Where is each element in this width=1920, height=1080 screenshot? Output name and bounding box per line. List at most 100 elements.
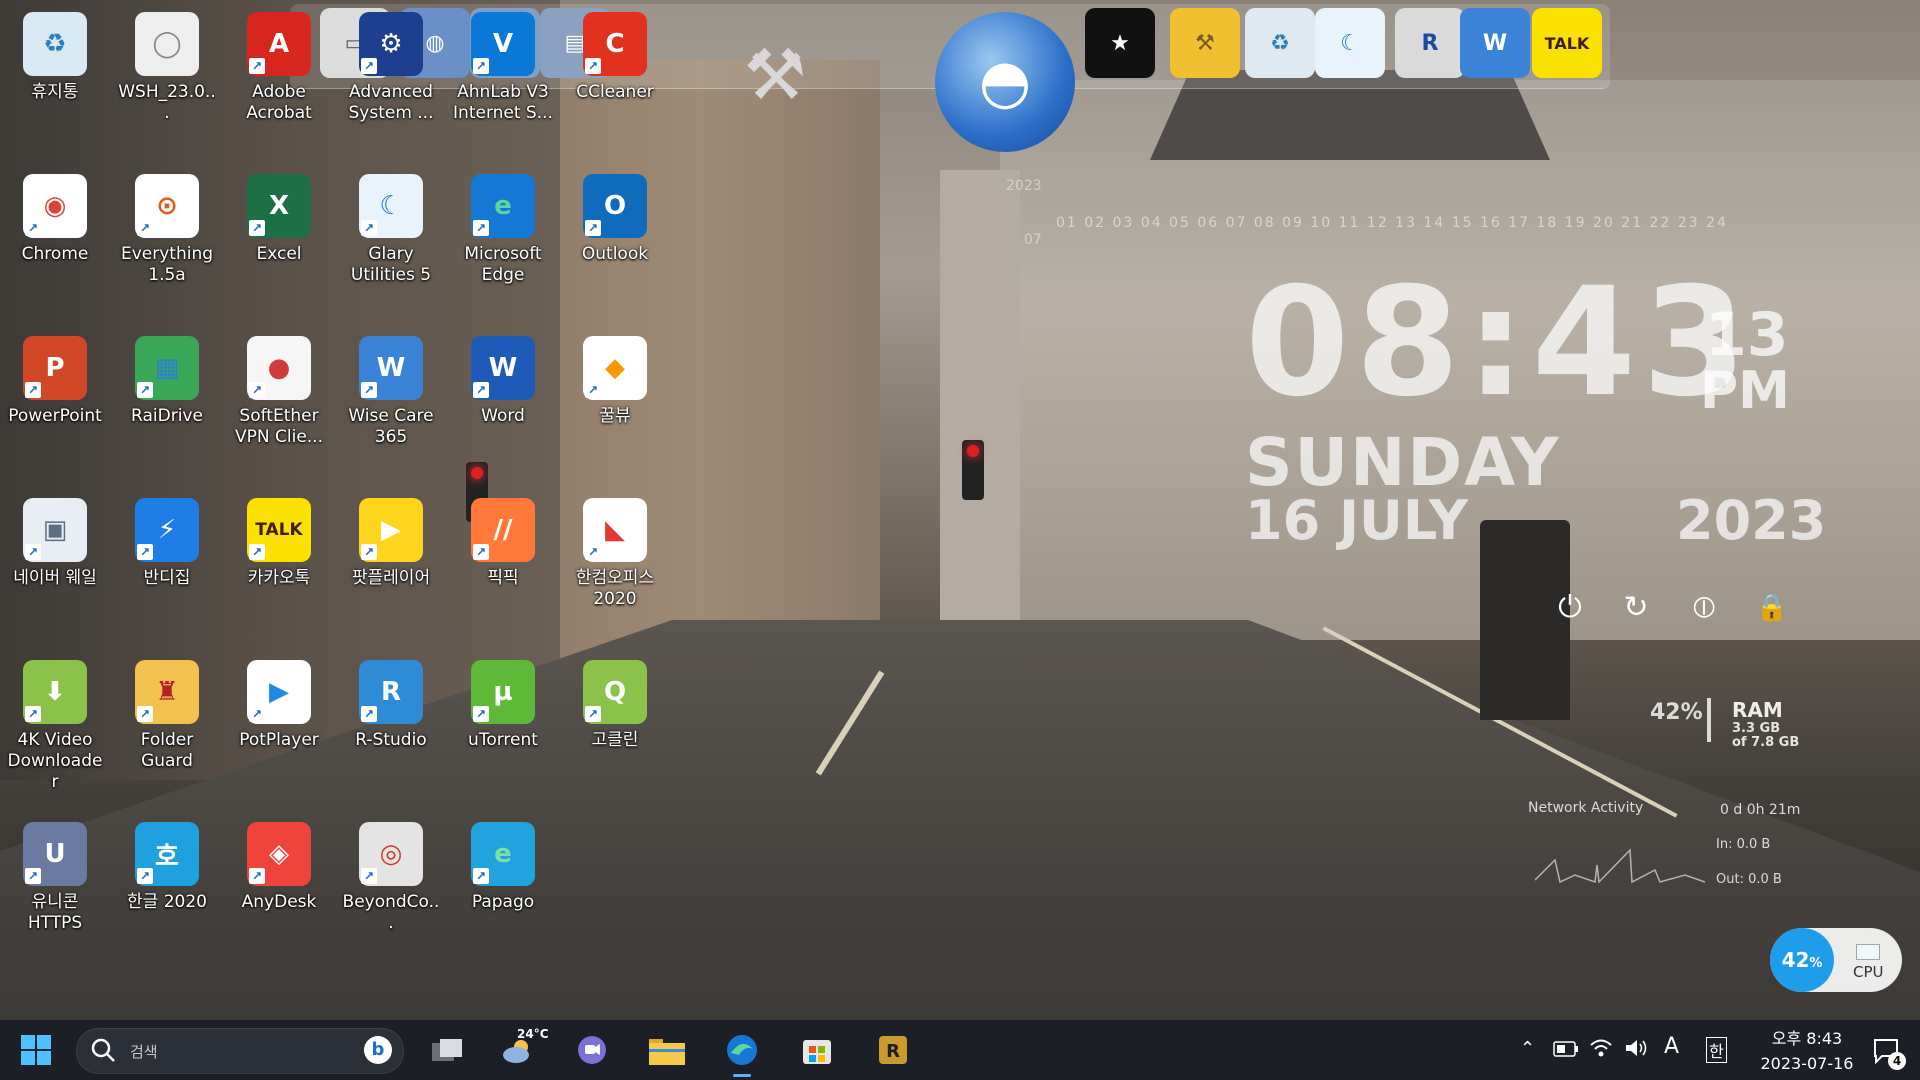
shortcut-arrow-icon: ↗: [25, 706, 41, 722]
potplayer-kr-glyph: ▶: [381, 515, 401, 545]
desktop-icon-chrome[interactable]: ◉ ↗ Chrome: [5, 174, 105, 265]
taskbar-search[interactable]: [76, 1028, 404, 1074]
shortcut-arrow-icon: ↗: [473, 58, 489, 74]
desktop-icon-4k-video[interactable]: ⬇ ↗ 4K Video Downloader: [5, 660, 105, 793]
desktop-icon-kkulview[interactable]: ◆ ↗ 꿀뷰: [565, 336, 665, 427]
task-view-button[interactable]: [427, 1030, 467, 1070]
dock-globe-icon[interactable]: ◓: [935, 12, 1075, 152]
wifi-icon[interactable]: [1589, 1038, 1613, 1058]
desktop-icon-excel[interactable]: X ↗ Excel: [229, 174, 329, 265]
store-button[interactable]: [797, 1030, 837, 1070]
desktop-icon-recycle[interactable]: ♻ 휴지통: [5, 12, 105, 103]
desktop-icon-label: Outlook: [581, 244, 649, 264]
desktop-icon-edge[interactable]: e ↗ Microsoft Edge: [453, 174, 553, 286]
dock-tshirt-icon[interactable]: ★: [1085, 8, 1155, 78]
desktop-icon-word[interactable]: W ↗ Word: [453, 336, 553, 427]
ccleaner-glyph: C: [605, 29, 625, 59]
desktop-icon-label: RaiDrive: [131, 406, 203, 426]
network-in: In: 0.0 B: [1716, 837, 1771, 852]
clock-time: 08:43: [1245, 256, 1753, 430]
desktop-icon-anydesk[interactable]: ◈ ↗ AnyDesk: [229, 822, 329, 913]
desktop-icon-picpick[interactable]: //↗ 픽픽: [453, 498, 553, 589]
desktop-icon-hancom-office[interactable]: ◣ ↗ 한컴오피스 2020: [565, 498, 665, 610]
desktop-icon-utorrent[interactable]: µ ↗ uTorrent: [453, 660, 553, 751]
desktop-icon-papago[interactable]: e ↗ Papago: [453, 822, 553, 913]
desktop-icon-r-studio[interactable]: R ↗ R-Studio: [341, 660, 441, 751]
wsh-icon: ◯: [135, 12, 199, 76]
desktop-icon-outlook[interactable]: O ↗ Outlook: [565, 174, 665, 265]
ime-mode-indicator[interactable]: A: [1664, 1034, 1679, 1059]
desktop-icon-gokollin[interactable]: Q ↗ 고클린: [565, 660, 665, 751]
taskbar-date[interactable]: 2023-07-16: [1752, 1054, 1862, 1073]
dock-tools-icon[interactable]: ⚒: [720, 20, 830, 130]
taskbar-time[interactable]: 오후 8:43: [1762, 1025, 1852, 1049]
shortcut-arrow-icon: ↗: [137, 382, 153, 398]
desktop-icon-hangul[interactable]: 호 ↗ 한글 2020: [117, 822, 217, 913]
desktop-icon-ahnlab[interactable]: V ↗ AhnLab V3 Internet S...: [453, 12, 553, 124]
dock-wise-icon[interactable]: W: [1460, 8, 1530, 78]
restart-icon[interactable]: ↻: [1618, 590, 1654, 626]
volume-icon[interactable]: [1624, 1038, 1648, 1058]
bing-icon[interactable]: b: [364, 1036, 392, 1064]
clock-year: 2023: [1676, 489, 1827, 552]
desktop-icon-glary[interactable]: ☾ ↗ Glary Utilities 5: [341, 174, 441, 286]
desktop-icon-folder-guard[interactable]: ♜ ↗ Folder Guard: [117, 660, 217, 772]
desktop-icon-kakaotalk[interactable]: TALK ↗ 카카오톡: [229, 498, 329, 589]
desktop-icon-everything[interactable]: ⊙ ↗ Everything 1.5a: [117, 174, 217, 286]
gokollin-glyph: Q: [603, 677, 627, 707]
ccleaner-icon: C ↗: [583, 12, 647, 76]
desktop-icon-wsh[interactable]: ◯ WSH_23.0...: [117, 12, 217, 124]
shortcut-arrow-icon: ↗: [249, 58, 265, 74]
shortcut-arrow-icon: ↗: [585, 382, 601, 398]
rstudio-taskbar-button[interactable]: R: [873, 1030, 913, 1070]
desktop-icon-label: Advanced System ...: [348, 82, 434, 123]
power-icon[interactable]: ⏻: [1552, 590, 1588, 626]
4k-video-icon: ⬇ ↗: [23, 660, 87, 724]
desktop-icon-advanced-system[interactable]: ⚙ ↗ Advanced System ...: [341, 12, 441, 124]
desktop-icon-acrobat[interactable]: A ↗ Adobe Acrobat: [229, 12, 329, 124]
shortcut-arrow-icon: ↗: [361, 706, 377, 722]
gokollin-icon: Q ↗: [583, 660, 647, 724]
calendar-days-strip: 01 02 03 04 05 06 07 08 09 10 11 12 13 1…: [1056, 215, 1728, 231]
desktop-icon-potplayer-kr[interactable]: ▶ ↗ 팟플레이어: [341, 498, 441, 589]
desktop-icon-naver-whale[interactable]: ▣ ↗ 네이버 웨일: [5, 498, 105, 589]
desktop-icon-label: 휴지통: [31, 82, 79, 102]
desktop-icon-beyondcompare[interactable]: ◎ ↗ BeyondCo...: [341, 822, 441, 934]
show-hidden-icons[interactable]: ⌃: [1520, 1038, 1535, 1059]
start-button[interactable]: [16, 1030, 56, 1070]
dock-kakao-icon[interactable]: TALK: [1532, 8, 1602, 78]
desktop-icon-label: PowerPoint: [8, 406, 102, 426]
chat-button[interactable]: [572, 1030, 612, 1070]
desktop-icon-bandizip[interactable]: ⚡ ↗ 반디집: [117, 498, 217, 589]
clock-ampm: PM: [1700, 361, 1790, 421]
dock-rstudio-icon[interactable]: R: [1395, 8, 1465, 78]
beyondcompare-icon: ◎ ↗: [359, 822, 423, 886]
r-studio-icon: R ↗: [359, 660, 423, 724]
advanced-system-glyph: ⚙: [379, 29, 403, 59]
unicorn-icon: U ↗: [23, 822, 87, 886]
battery-icon[interactable]: [1553, 1041, 1579, 1057]
shortcut-arrow-icon: ↗: [473, 544, 489, 560]
desktop-icon-wise-care[interactable]: W ↗ Wise Care 365: [341, 336, 441, 448]
kkulview-icon: ◆ ↗: [583, 336, 647, 400]
dock-recycle-icon[interactable]: ♻: [1245, 8, 1315, 78]
desktop-icon-raidrive[interactable]: ▦ ↗ RaiDrive: [117, 336, 217, 427]
desktop-icon-powerpoint[interactable]: P ↗ PowerPoint: [5, 336, 105, 427]
edge-taskbar-button[interactable]: [722, 1030, 762, 1070]
desktop-icon-ccleaner[interactable]: C ↗ CCleaner: [565, 12, 665, 103]
edge-icon: e ↗: [471, 174, 535, 238]
desktop-icon-softether[interactable]: ● ↗ SoftEther VPN Clie...: [229, 336, 329, 448]
hancom-office-glyph: ◣: [605, 515, 625, 545]
ime-language-indicator[interactable]: 한: [1706, 1037, 1727, 1063]
desktop-icon-potplayer[interactable]: ▶ ↗ PotPlayer: [229, 660, 329, 751]
desktop-icon-unicorn[interactable]: U ↗ 유니콘 HTTPS: [5, 822, 105, 934]
file-explorer-button[interactable]: [647, 1030, 687, 1070]
shortcut-arrow-icon: ↗: [585, 58, 601, 74]
folder-guard-icon: ♜ ↗: [135, 660, 199, 724]
dock-hammer-icon[interactable]: ⚒: [1170, 8, 1240, 78]
lock-icon[interactable]: 🔒: [1754, 590, 1790, 626]
dock-glary-icon[interactable]: ☾: [1315, 8, 1385, 78]
cpu-percent-circle[interactable]: 42%: [1770, 928, 1834, 992]
edge-active-indicator: [733, 1074, 751, 1077]
sleep-icon[interactable]: ⦶: [1686, 590, 1722, 626]
